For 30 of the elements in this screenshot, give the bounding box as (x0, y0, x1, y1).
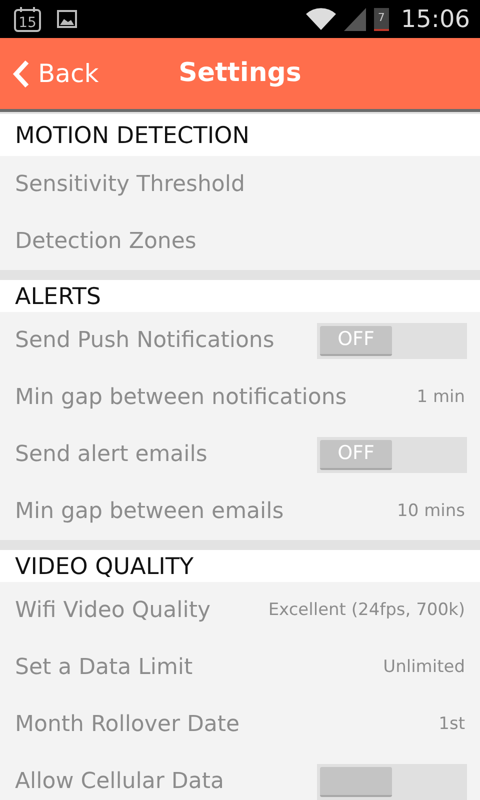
setting-label: Month Rollover Date (15, 711, 240, 739)
wifi-icon (306, 8, 336, 30)
setting-label: Send Push Notifications (15, 327, 274, 355)
section-header: ALERTS (0, 270, 480, 312)
chevron-left-icon (12, 60, 30, 88)
setting-value: Excellent (24fps, 700k) (268, 598, 465, 622)
battery-icon: 7 (374, 8, 389, 30)
setting-label: Allow Cellular Data (15, 768, 224, 796)
clock: 15:06 (400, 4, 470, 35)
toggle-switch[interactable]: OFF (317, 436, 467, 472)
setting-label: Sensitivity Threshold (15, 171, 245, 199)
calendar-icon: 15 (14, 6, 41, 32)
section-header: MOTION DETECTION (0, 112, 480, 156)
toggle-switch[interactable] (317, 764, 467, 800)
signal-icon (344, 8, 366, 30)
setting-value: Unlimited (383, 656, 465, 679)
setting-label: Detection Zones (15, 228, 196, 256)
setting-label: Min gap between emails (15, 498, 284, 526)
setting-value: 10 mins (397, 500, 465, 523)
toggle-switch[interactable]: OFF (317, 322, 467, 358)
section-header: VIDEO QUALITY (0, 540, 480, 582)
setting-label: Wifi Video Quality (15, 597, 210, 625)
setting-value: 1st (438, 712, 465, 736)
setting-label: Send alert emails (15, 441, 208, 469)
setting-label: Set a Data Limit (15, 654, 193, 682)
back-button[interactable]: Back (12, 54, 99, 92)
setting-label: Min gap between notifications (15, 384, 347, 412)
page-title: Settings (178, 57, 302, 90)
image-icon (57, 10, 77, 28)
setting-value: 1 min (416, 386, 465, 409)
